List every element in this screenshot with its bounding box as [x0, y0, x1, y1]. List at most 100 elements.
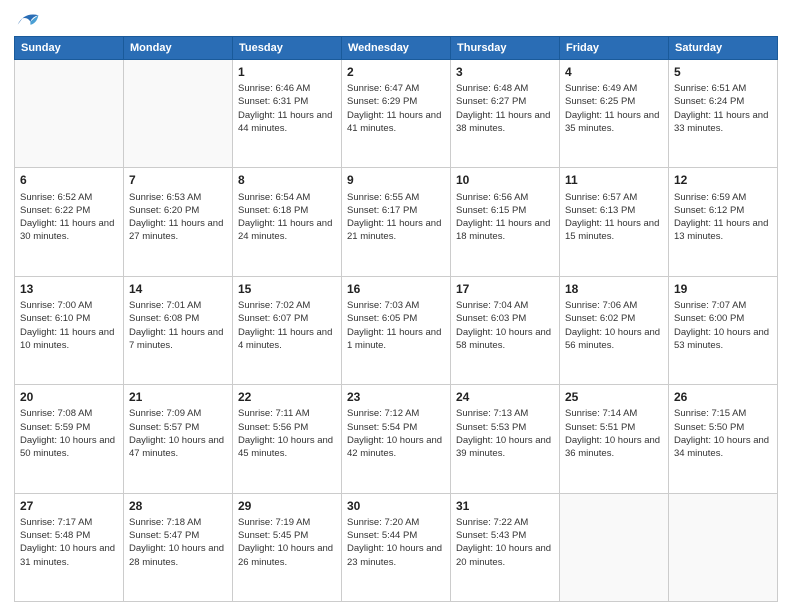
day-number: 21 [129, 389, 227, 405]
calendar-week-row: 1 Sunrise: 6:46 AM Sunset: 6:31 PM Daylig… [15, 60, 778, 168]
calendar-cell: 7Sunrise: 6:53 AM Sunset: 6:20 PM Daylig… [124, 168, 233, 276]
calendar-cell: 24Sunrise: 7:13 AM Sunset: 5:53 PM Dayli… [451, 385, 560, 493]
calendar-week-row: 27 Sunrise: 7:17 AM Sunset: 5:48 PM Dayli… [15, 493, 778, 601]
day-number: 18 [565, 281, 663, 297]
calendar-cell: 20 Sunrise: 7:08 AM Sunset: 5:59 PM Dayli… [15, 385, 124, 493]
calendar-day-header: Thursday [451, 37, 560, 60]
calendar-week-row: 6 Sunrise: 6:52 AM Sunset: 6:22 PM Daylig… [15, 168, 778, 276]
calendar-cell: 22Sunrise: 7:11 AM Sunset: 5:56 PM Dayli… [233, 385, 342, 493]
day-info: Sunrise: 6:48 AM Sunset: 6:27 PM Dayligh… [456, 82, 554, 135]
day-number: 22 [238, 389, 336, 405]
day-info: Sunrise: 6:57 AM Sunset: 6:13 PM Dayligh… [565, 191, 663, 244]
day-info: Sunrise: 6:53 AM Sunset: 6:20 PM Dayligh… [129, 191, 227, 244]
day-number: 2 [347, 64, 445, 80]
calendar-cell [669, 493, 778, 601]
day-info: Sunrise: 6:54 AM Sunset: 6:18 PM Dayligh… [238, 191, 336, 244]
page: SundayMondayTuesdayWednesdayThursdayFrid… [0, 0, 792, 612]
day-number: 9 [347, 172, 445, 188]
calendar-cell: 21 Sunrise: 7:09 AM Sunset: 5:57 PM Dayli… [124, 385, 233, 493]
calendar-cell: 3 Sunrise: 6:48 AM Sunset: 6:27 PM Daylig… [451, 60, 560, 168]
day-number: 16 [347, 281, 445, 297]
day-number: 1 [238, 64, 336, 80]
day-number: 17 [456, 281, 554, 297]
calendar-header-row: SundayMondayTuesdayWednesdayThursdayFrid… [15, 37, 778, 60]
day-info: Sunrise: 6:59 AM Sunset: 6:12 PM Dayligh… [674, 191, 772, 244]
calendar-cell: 19Sunrise: 7:07 AM Sunset: 6:00 PM Dayli… [669, 276, 778, 384]
day-number: 8 [238, 172, 336, 188]
day-info: Sunrise: 7:00 AM Sunset: 6:10 PM Dayligh… [20, 299, 118, 352]
calendar-cell: 30 Sunrise: 7:20 AM Sunset: 5:44 PM Dayli… [342, 493, 451, 601]
calendar-cell: 23 Sunrise: 7:12 AM Sunset: 5:54 PM Dayli… [342, 385, 451, 493]
calendar-cell: 10 Sunrise: 6:56 AM Sunset: 6:15 PM Dayli… [451, 168, 560, 276]
calendar-cell: 28Sunrise: 7:18 AM Sunset: 5:47 PM Dayli… [124, 493, 233, 601]
day-info: Sunrise: 6:49 AM Sunset: 6:25 PM Dayligh… [565, 82, 663, 135]
day-info: Sunrise: 7:12 AM Sunset: 5:54 PM Dayligh… [347, 407, 445, 460]
calendar-week-row: 20 Sunrise: 7:08 AM Sunset: 5:59 PM Dayli… [15, 385, 778, 493]
calendar-day-header: Wednesday [342, 37, 451, 60]
day-info: Sunrise: 7:22 AM Sunset: 5:43 PM Dayligh… [456, 516, 554, 569]
calendar-cell: 6 Sunrise: 6:52 AM Sunset: 6:22 PM Daylig… [15, 168, 124, 276]
day-info: Sunrise: 6:56 AM Sunset: 6:15 PM Dayligh… [456, 191, 554, 244]
calendar-cell: 26 Sunrise: 7:15 AM Sunset: 5:50 PM Dayli… [669, 385, 778, 493]
calendar-cell: 17 Sunrise: 7:04 AM Sunset: 6:03 PM Dayli… [451, 276, 560, 384]
calendar-cell [560, 493, 669, 601]
calendar-day-header: Sunday [15, 37, 124, 60]
day-info: Sunrise: 6:52 AM Sunset: 6:22 PM Dayligh… [20, 191, 118, 244]
calendar-cell: 8 Sunrise: 6:54 AM Sunset: 6:18 PM Daylig… [233, 168, 342, 276]
calendar-cell: 11 Sunrise: 6:57 AM Sunset: 6:13 PM Dayli… [560, 168, 669, 276]
header [14, 10, 778, 30]
day-info: Sunrise: 7:09 AM Sunset: 5:57 PM Dayligh… [129, 407, 227, 460]
calendar-cell [124, 60, 233, 168]
logo [14, 14, 40, 30]
day-info: Sunrise: 7:19 AM Sunset: 5:45 PM Dayligh… [238, 516, 336, 569]
day-info: Sunrise: 7:17 AM Sunset: 5:48 PM Dayligh… [20, 516, 118, 569]
day-number: 5 [674, 64, 772, 80]
calendar-cell: 16 Sunrise: 7:03 AM Sunset: 6:05 PM Dayli… [342, 276, 451, 384]
day-number: 27 [20, 498, 118, 514]
calendar-cell: 27 Sunrise: 7:17 AM Sunset: 5:48 PM Dayli… [15, 493, 124, 601]
calendar-cell: 2Sunrise: 6:47 AM Sunset: 6:29 PM Daylig… [342, 60, 451, 168]
day-number: 3 [456, 64, 554, 80]
day-info: Sunrise: 6:51 AM Sunset: 6:24 PM Dayligh… [674, 82, 772, 135]
day-info: Sunrise: 7:15 AM Sunset: 5:50 PM Dayligh… [674, 407, 772, 460]
day-info: Sunrise: 7:18 AM Sunset: 5:47 PM Dayligh… [129, 516, 227, 569]
day-number: 14 [129, 281, 227, 297]
day-info: Sunrise: 7:14 AM Sunset: 5:51 PM Dayligh… [565, 407, 663, 460]
calendar-day-header: Monday [124, 37, 233, 60]
calendar-cell: 14 Sunrise: 7:01 AM Sunset: 6:08 PM Dayli… [124, 276, 233, 384]
calendar-cell: 12Sunrise: 6:59 AM Sunset: 6:12 PM Dayli… [669, 168, 778, 276]
day-info: Sunrise: 6:55 AM Sunset: 6:17 PM Dayligh… [347, 191, 445, 244]
calendar-cell: 4 Sunrise: 6:49 AM Sunset: 6:25 PM Daylig… [560, 60, 669, 168]
day-number: 11 [565, 172, 663, 188]
calendar-cell: 25Sunrise: 7:14 AM Sunset: 5:51 PM Dayli… [560, 385, 669, 493]
calendar-day-header: Tuesday [233, 37, 342, 60]
calendar-cell [15, 60, 124, 168]
calendar-cell: 15Sunrise: 7:02 AM Sunset: 6:07 PM Dayli… [233, 276, 342, 384]
day-info: Sunrise: 7:03 AM Sunset: 6:05 PM Dayligh… [347, 299, 445, 352]
day-info: Sunrise: 7:13 AM Sunset: 5:53 PM Dayligh… [456, 407, 554, 460]
day-number: 13 [20, 281, 118, 297]
day-info: Sunrise: 7:02 AM Sunset: 6:07 PM Dayligh… [238, 299, 336, 352]
day-number: 20 [20, 389, 118, 405]
day-info: Sunrise: 6:46 AM Sunset: 6:31 PM Dayligh… [238, 82, 336, 135]
calendar-day-header: Saturday [669, 37, 778, 60]
day-info: Sunrise: 7:04 AM Sunset: 6:03 PM Dayligh… [456, 299, 554, 352]
calendar-cell: 31 Sunrise: 7:22 AM Sunset: 5:43 PM Dayli… [451, 493, 560, 601]
day-number: 31 [456, 498, 554, 514]
calendar-day-header: Friday [560, 37, 669, 60]
calendar-cell: 13 Sunrise: 7:00 AM Sunset: 6:10 PM Dayli… [15, 276, 124, 384]
calendar-cell: 29 Sunrise: 7:19 AM Sunset: 5:45 PM Dayli… [233, 493, 342, 601]
day-number: 6 [20, 172, 118, 188]
calendar-cell: 5 Sunrise: 6:51 AM Sunset: 6:24 PM Daylig… [669, 60, 778, 168]
day-number: 4 [565, 64, 663, 80]
day-info: Sunrise: 7:01 AM Sunset: 6:08 PM Dayligh… [129, 299, 227, 352]
day-number: 29 [238, 498, 336, 514]
day-info: Sunrise: 7:20 AM Sunset: 5:44 PM Dayligh… [347, 516, 445, 569]
day-number: 10 [456, 172, 554, 188]
day-number: 30 [347, 498, 445, 514]
calendar-week-row: 13 Sunrise: 7:00 AM Sunset: 6:10 PM Dayli… [15, 276, 778, 384]
day-number: 26 [674, 389, 772, 405]
day-number: 23 [347, 389, 445, 405]
day-info: Sunrise: 7:08 AM Sunset: 5:59 PM Dayligh… [20, 407, 118, 460]
day-info: Sunrise: 7:06 AM Sunset: 6:02 PM Dayligh… [565, 299, 663, 352]
